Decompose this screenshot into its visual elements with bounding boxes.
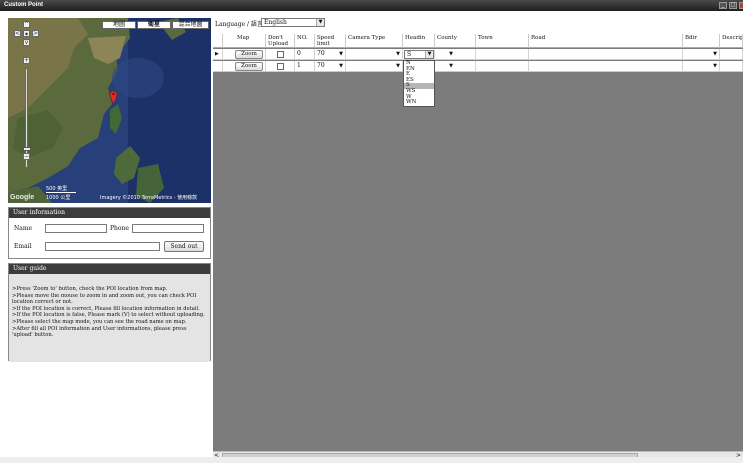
town-cell[interactable] xyxy=(476,49,529,60)
bdir-select[interactable]: ▼ xyxy=(683,49,720,60)
map-copyright[interactable]: Imagery ©2010 TerraMetrics - 使用條款 xyxy=(100,194,197,201)
table-row[interactable]: Zoom 1 70 ▼ ▼ ▼ ▼ xyxy=(213,61,743,72)
guide-line: >If the POI location is false, Please ma… xyxy=(12,312,205,319)
column-header-county[interactable]: County xyxy=(435,34,476,48)
pan-right-icon[interactable]: > xyxy=(32,30,39,37)
chevron-down-icon: ▼ xyxy=(396,63,400,69)
road-cell[interactable] xyxy=(529,49,683,60)
speed-limit-select[interactable]: 70 ▼ xyxy=(315,49,346,60)
minimize-button[interactable]: _ xyxy=(719,2,727,9)
column-header-no[interactable]: NO. xyxy=(295,34,315,48)
satellite-imagery xyxy=(8,18,211,203)
chevron-down-icon: ▼ xyxy=(339,51,343,57)
maximize-button[interactable]: □ xyxy=(729,2,737,9)
heading-dropdown-list: N EN E ES S WS W WN xyxy=(403,60,435,107)
camera-type-select[interactable]: ▼ xyxy=(346,61,403,72)
map-footer: Google 500 英里 1000 公里 Imagery ©2010 Terr… xyxy=(8,186,211,203)
chevron-down-icon: ▼ xyxy=(316,19,324,26)
chevron-down-icon: ▼ xyxy=(396,51,400,57)
guide-line: >Please select the map mode, you can see… xyxy=(12,318,187,325)
user-information-header: User information xyxy=(9,208,210,218)
phone-label: Phone xyxy=(110,225,129,232)
right-panel: Language / 語言 English ▼ Map Don't Upload… xyxy=(213,16,743,460)
chevron-down-icon: ▼ xyxy=(713,63,717,69)
zoom-button[interactable]: Zoom xyxy=(235,50,263,59)
guide-line: >After fill all POI information and User… xyxy=(12,325,187,339)
county-select[interactable]: ▼ xyxy=(435,61,476,72)
chevron-down-icon: ▼ xyxy=(339,63,343,69)
heading-option[interactable]: WN xyxy=(404,100,434,106)
guide-line: >Press 'Zoom to' button, check the POI l… xyxy=(12,286,168,292)
email-label: Email xyxy=(14,243,32,250)
google-logo: Google xyxy=(10,194,35,201)
email-field[interactable] xyxy=(45,242,160,251)
status-strip xyxy=(0,457,743,463)
column-header-bdir[interactable]: Bdir xyxy=(683,34,720,48)
column-header-road[interactable]: Road xyxy=(529,34,683,48)
user-guide-panel: User guide >Press 'Zoom to' button, chec… xyxy=(8,263,211,362)
poi-data-grid: Map Don't Upload NO. Speed limit Camera … xyxy=(213,34,743,460)
dont-upload-checkbox[interactable] xyxy=(277,51,284,58)
county-select[interactable]: ▼ xyxy=(435,49,476,60)
row-no: 0 xyxy=(295,49,315,60)
row-no: 1 xyxy=(295,61,315,72)
window-title: Custom Point xyxy=(4,2,43,8)
pan-up-icon[interactable]: ^ xyxy=(23,21,30,28)
road-cell[interactable] xyxy=(529,61,683,72)
scale-top: 500 英里 xyxy=(46,185,76,193)
pan-center-icon[interactable]: ◆ xyxy=(23,30,30,37)
column-header-description[interactable]: Descript xyxy=(720,34,743,48)
heading-select[interactable]: S ▼ xyxy=(404,50,434,59)
zoom-in-icon[interactable]: + xyxy=(23,57,30,64)
row-header-corner xyxy=(213,34,223,48)
column-header-town[interactable]: Town xyxy=(476,34,529,48)
chevron-down-icon: ▼ xyxy=(449,63,453,69)
close-button[interactable] xyxy=(739,2,743,9)
user-information-panel: User information Name Phone Email Send o… xyxy=(8,207,211,259)
column-header-speed-limit[interactable]: Speed limit xyxy=(315,34,346,48)
column-header-camera-type[interactable]: Camera Type xyxy=(346,34,403,48)
description-cell[interactable] xyxy=(720,61,743,72)
camera-type-select[interactable]: ▼ xyxy=(346,49,403,60)
phone-field[interactable] xyxy=(132,224,204,233)
pan-down-icon[interactable]: v xyxy=(23,39,30,46)
language-select[interactable]: English ▼ xyxy=(261,18,325,27)
window-titlebar: Custom Point _ □ xyxy=(0,0,743,11)
scale-bottom: 1000 公里 xyxy=(46,195,71,201)
pan-left-icon[interactable]: < xyxy=(14,30,21,37)
language-selected: English xyxy=(264,19,287,26)
speed-limit-select[interactable]: 70 ▼ xyxy=(315,61,346,72)
description-cell[interactable] xyxy=(720,49,743,60)
chevron-down-icon: ▼ xyxy=(449,51,453,57)
chevron-down-icon: ▼ xyxy=(425,51,433,58)
chevron-down-icon: ▼ xyxy=(713,51,717,57)
name-label: Name xyxy=(14,225,33,232)
bdir-select[interactable]: ▼ xyxy=(683,61,720,72)
column-header-heading[interactable]: Headin xyxy=(403,34,435,48)
table-row[interactable]: ▶ Zoom 0 70 ▼ ▼ S ▼ ▼ ▼ xyxy=(213,49,743,60)
town-cell[interactable] xyxy=(476,61,529,72)
dont-upload-checkbox[interactable] xyxy=(277,63,284,70)
column-header-dont-upload[interactable]: Don't Upload xyxy=(266,34,295,48)
map-type-hybrid[interactable]: 混合地圖 xyxy=(172,21,209,29)
name-field[interactable] xyxy=(45,224,107,233)
user-guide-header: User guide xyxy=(9,264,210,274)
column-header-map[interactable]: Map xyxy=(223,34,266,48)
user-guide-text: >Press 'Zoom to' button, check the POI l… xyxy=(9,274,210,362)
guide-line: >Please move the mouse to zoom in and zo… xyxy=(12,292,197,306)
zoom-slider-handle[interactable] xyxy=(23,147,31,151)
send-out-button[interactable]: Send out xyxy=(164,241,204,252)
row-current-indicator-icon: ▶ xyxy=(213,49,223,60)
language-label: Language / 語言 xyxy=(215,21,263,28)
zoom-out-icon[interactable]: − xyxy=(23,153,30,160)
map-type-satellite[interactable]: 衛星 xyxy=(137,21,171,29)
zoom-button[interactable]: Zoom xyxy=(235,62,263,71)
map-type-roadmap[interactable]: 地圖 xyxy=(102,21,136,29)
map-view[interactable]: 地圖 衛星 混合地圖 ^ < ◆ > v + − Google 500 英里 1… xyxy=(8,18,211,203)
